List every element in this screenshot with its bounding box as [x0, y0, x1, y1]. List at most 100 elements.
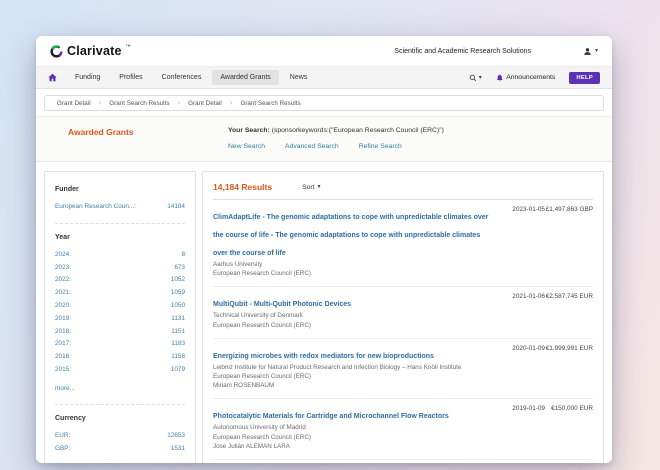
result-amount: £1,497,863 GBP	[545, 206, 593, 278]
filter-item-count: 8	[181, 249, 185, 262]
result-row: MultiQubit - Multi-Qubit Photonic Device…	[213, 287, 593, 338]
clarivate-logo[interactable]: Clarivate ™	[50, 44, 131, 58]
brand-name: Clarivate	[67, 44, 122, 58]
your-search-query: Your Search: (sponsorkeywords:("European…	[228, 127, 444, 134]
nav-item-news[interactable]: News	[282, 70, 316, 85]
result-meta-line: European Research Council (ERC)	[213, 269, 489, 278]
nav-item-awarded-grants[interactable]: Awarded Grants	[212, 70, 278, 85]
breadcrumb-tab-1[interactable]: Grant Detail	[49, 100, 99, 107]
filter-item[interactable]: 2024:8	[55, 249, 185, 262]
filter-item-label: 2019:	[55, 313, 71, 326]
filter-item-count: 1052	[171, 274, 185, 287]
filter-item-label: 2020:	[55, 300, 71, 313]
filter-item-label: 2023:	[55, 262, 71, 275]
sort-dropdown[interactable]: Sort ▾	[302, 184, 320, 191]
result-title-link[interactable]: Energizing microbes with redox mediators…	[213, 353, 434, 360]
advanced-search-link[interactable]: Advanced Search	[285, 143, 339, 150]
nav-item-conferences[interactable]: Conferences	[154, 70, 210, 85]
chevron-down-icon: ▾	[595, 48, 598, 54]
filter-item[interactable]: GBP: 1531	[55, 443, 185, 456]
filter-item-count: 1151	[171, 326, 185, 339]
filter-item-count: 1158	[171, 351, 185, 364]
results-list: ClimAdaptLife - The genomic adaptations …	[213, 200, 593, 463]
user-icon	[583, 47, 592, 56]
filter-item[interactable]: 2022:1052	[55, 274, 185, 287]
app-window: Clarivate ™ Scientific and Academic Rese…	[36, 36, 612, 463]
page-title: Awarded Grants	[68, 127, 200, 150]
result-main: MultiQubit - Multi-Qubit Photonic Device…	[213, 293, 497, 329]
sort-label: Sort	[302, 184, 314, 191]
chevron-down-icon: ▾	[318, 184, 321, 190]
result-title-link[interactable]: MultiQubit - Multi-Qubit Photonic Device…	[213, 301, 351, 308]
home-button[interactable]	[48, 73, 57, 82]
refine-search-link[interactable]: Refine Search	[359, 143, 402, 150]
filter-item[interactable]: European Research Coun...: 14184	[55, 201, 185, 214]
nav-item-funding[interactable]: Funding	[67, 70, 108, 85]
search-query-text: (sponsorkeywords:("European Research Cou…	[272, 127, 444, 134]
content-area: Funder European Research Coun...: 14184 Yea…	[36, 162, 612, 463]
filter-section-currency: CurrencyEUR:12653GBP:1531	[55, 404, 185, 463]
filter-item[interactable]: 2017:1183	[55, 338, 185, 351]
search-menu[interactable]: ▾	[469, 74, 482, 82]
filter-item[interactable]: 2020: 1050	[55, 300, 185, 313]
result-meta-line: Technical University of Denmark	[213, 311, 489, 320]
announcements-button[interactable]: Announcements	[496, 74, 556, 82]
result-row: ClimAdaptLife - The genomic adaptations …	[213, 200, 593, 287]
brand-trademark: ™	[126, 44, 131, 50]
filter-item-count: 12653	[167, 430, 185, 443]
result-meta-line: European Research Council (ERC)	[213, 433, 489, 442]
filter-item[interactable]: 2016:1158	[55, 351, 185, 364]
filter-item-label: European Research Coun...:	[55, 201, 136, 214]
filter-item[interactable]: 2023: 673	[55, 262, 185, 275]
filter-section-title: Year	[55, 234, 185, 241]
help-button[interactable]: HELP	[569, 72, 600, 84]
filter-item[interactable]: 2015:1079	[55, 364, 185, 377]
result-meta-line: Leibniz Institute for Natural Product Re…	[213, 363, 489, 372]
result-date: 2019-01-09	[497, 405, 545, 451]
filter-item-label: 2018:	[55, 326, 71, 339]
filter-item[interactable]: 2021: 1059	[55, 287, 185, 300]
breadcrumb-row: Grant Detail›Grant Search Results›Grant …	[36, 89, 612, 116]
filter-item-count: 1050	[171, 300, 185, 313]
results-header: 14,184 Results Sort ▾	[213, 177, 593, 200]
filter-item-label: GBP:	[55, 443, 70, 456]
result-meta-line: European Research Council (ERC)	[213, 372, 489, 381]
breadcrumb-tab-2[interactable]: Grant Search Results	[101, 100, 177, 107]
titlebar: Clarivate ™ Scientific and Academic Rese…	[36, 36, 612, 66]
result-title-link[interactable]: ClimAdaptLife - The genomic adaptations …	[213, 214, 488, 257]
user-menu[interactable]: ▾	[583, 47, 598, 56]
results-panel: 14,184 Results Sort ▾ ClimAdaptLife - Th…	[202, 171, 604, 463]
tagline: Scientific and Academic Research Solutio…	[394, 48, 531, 55]
filter-more-link[interactable]: more...	[55, 385, 75, 392]
result-main: ClimAdaptLife - The genomic adaptations …	[213, 206, 497, 278]
result-date: 2023-01-05	[497, 206, 545, 278]
result-amount: €1,999,991 EUR	[545, 345, 593, 391]
search-summary-panel: Awarded Grants Your Search: (sponsorkeyw…	[36, 116, 612, 162]
filter-item[interactable]: 2018: 1151	[55, 326, 185, 339]
clarivate-logo-icon	[50, 45, 63, 58]
filter-section-title: Funder	[55, 186, 185, 193]
new-search-link[interactable]: New Search	[228, 143, 265, 150]
filter-item-count: 1183	[171, 338, 185, 351]
filter-item[interactable]: 2019: 1131	[55, 313, 185, 326]
nav-item-profiles[interactable]: Profiles	[111, 70, 150, 85]
result-meta-line: Autonomous University of Madrid	[213, 423, 489, 432]
result-amount: €2,587,745 EUR	[545, 293, 593, 329]
breadcrumb-tab-4[interactable]: Grant Search Results	[232, 100, 308, 107]
breadcrumb-tab-3[interactable]: Grant Detail	[180, 100, 230, 107]
search-icon	[469, 74, 477, 82]
filter-item-count: 14184	[167, 201, 185, 214]
filter-item-label: EUR:	[55, 430, 70, 443]
result-title-link[interactable]: Photocatalytic Materials for Cartridge a…	[213, 413, 449, 420]
filter-item-count: 673	[174, 262, 185, 275]
result-meta-line: Jose Julián ALEMAN LARA	[213, 442, 489, 451]
filter-item-count: 1059	[171, 287, 185, 300]
filter-item[interactable]: EUR: 12653	[55, 430, 185, 443]
filter-item-label: 2015:	[55, 364, 71, 377]
filter-item-count: 1131	[171, 313, 185, 326]
filter-item-count: 1531	[171, 443, 185, 456]
result-meta-line: Miriam ROSENBAUM	[213, 381, 489, 390]
filter-item-label: 2021:	[55, 287, 71, 300]
result-main: Photocatalytic Materials for Cartridge a…	[213, 405, 497, 451]
result-date: 2020-01-09	[497, 345, 545, 391]
